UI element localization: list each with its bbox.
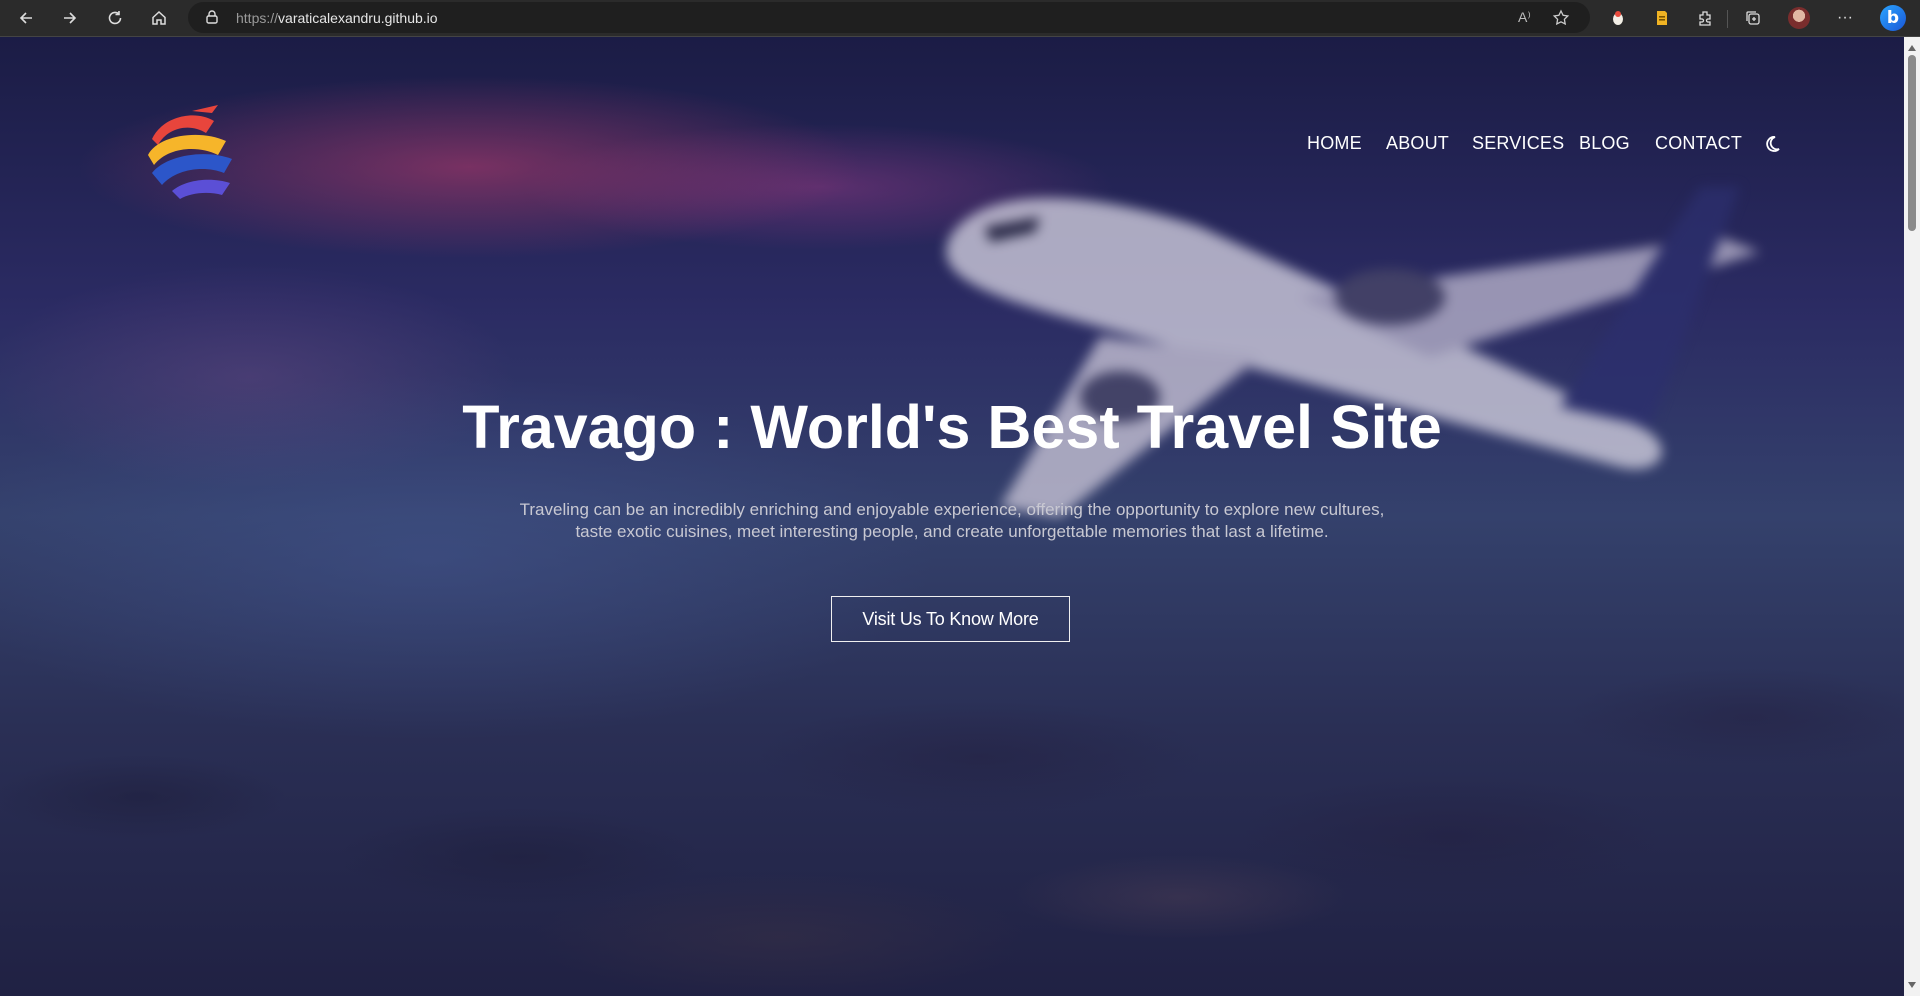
hero-title: Travago : World's Best Travel Site: [462, 393, 1442, 461]
extension-icon[interactable]: [1606, 6, 1630, 30]
lock-icon[interactable]: [204, 9, 220, 30]
avatar: [1788, 7, 1810, 29]
moon-icon[interactable]: [1762, 134, 1782, 154]
extension-icon[interactable]: [1693, 6, 1717, 30]
read-aloud-icon[interactable]: A⁾: [1518, 9, 1531, 26]
hero-section: HOME ABOUT SERVICES BLOG CONTACT Travago…: [0, 37, 1904, 996]
visit-us-button[interactable]: Visit Us To Know More: [831, 596, 1070, 642]
home-icon[interactable]: [145, 4, 173, 32]
scroll-down-arrow[interactable]: [1908, 982, 1916, 988]
bing-glyph: b: [1880, 5, 1906, 31]
url-protocol: https://: [236, 10, 279, 26]
more-icon[interactable]: ···: [1833, 6, 1857, 30]
url-host: varaticalexandru.github.io: [278, 10, 438, 26]
address-bar[interactable]: https://varaticalexandru.github.io A⁾: [188, 2, 1590, 33]
nav-contact[interactable]: CONTACT: [1655, 133, 1742, 154]
hero-description-line-2: taste exotic cuisines, meet interesting …: [575, 522, 1329, 541]
forward-icon[interactable]: [56, 4, 84, 32]
nav-services[interactable]: SERVICES: [1472, 133, 1564, 154]
bing-icon[interactable]: b: [1878, 5, 1908, 31]
url-text[interactable]: https://varaticalexandru.github.io: [236, 10, 438, 26]
nav-home[interactable]: HOME: [1307, 133, 1362, 154]
scroll-thumb[interactable]: [1908, 55, 1916, 231]
profile-icon[interactable]: [1787, 6, 1811, 30]
site-logo[interactable]: [142, 99, 234, 199]
refresh-icon[interactable]: [101, 4, 129, 32]
collections-icon[interactable]: [1741, 6, 1765, 30]
extension-icon[interactable]: [1650, 6, 1674, 30]
vertical-scrollbar[interactable]: [1904, 37, 1920, 996]
browser-toolbar: https://varaticalexandru.github.io A⁾ ··…: [0, 0, 1920, 37]
favorite-icon[interactable]: [1552, 9, 1570, 32]
scroll-up-arrow[interactable]: [1908, 45, 1916, 51]
hero-description-line-1: Traveling can be an incredibly enriching…: [519, 500, 1385, 519]
toolbar-separator: [1727, 10, 1728, 28]
nav-about[interactable]: ABOUT: [1386, 133, 1449, 154]
nav-blog[interactable]: BLOG: [1579, 133, 1630, 154]
hero-description: Traveling can be an incredibly enriching…: [452, 499, 1452, 543]
back-icon[interactable]: [12, 4, 40, 32]
